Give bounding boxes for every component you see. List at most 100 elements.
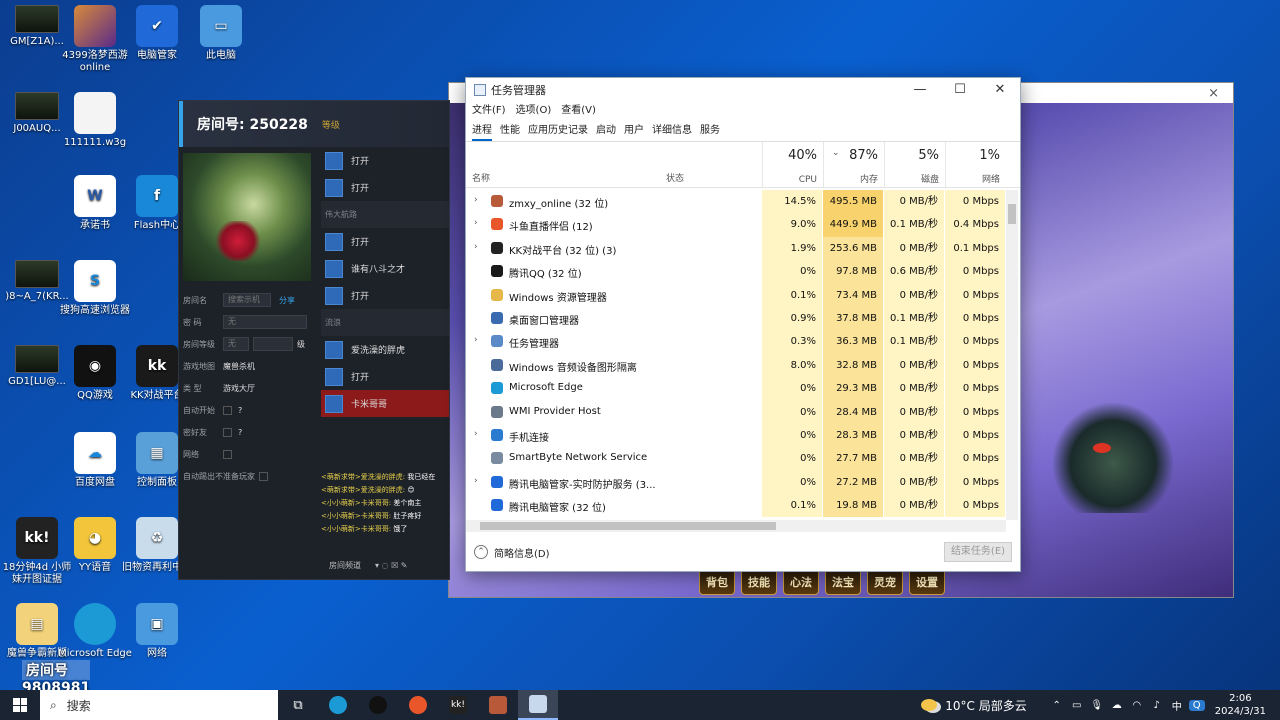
col-disk[interactable]: 5% 磁盘 [884, 142, 945, 188]
taskbar-edge[interactable] [318, 690, 358, 720]
menu-item[interactable]: 查看(V) [561, 102, 596, 120]
skill-button[interactable]: 灵宠 [867, 569, 903, 595]
taskbar-douyu[interactable] [398, 690, 438, 720]
brief-info-button[interactable]: 简略信息(D) [494, 545, 550, 560]
clock[interactable]: 2:06 2024/3/31 [1215, 692, 1266, 718]
process-row[interactable]: Microsoft Edge 0% 29.3 MB 0 MB/秒 0 Mbps [466, 377, 1006, 401]
skill-button[interactable]: 背包 [699, 569, 735, 595]
tab-详细信息[interactable]: 详细信息 [652, 120, 692, 141]
col-network[interactable]: 1% 网络 [945, 142, 1006, 188]
network-field[interactable]: 网络 [183, 443, 317, 465]
chevron-up-icon[interactable]: ⌃ [1049, 700, 1065, 711]
process-row[interactable]: › 任务管理器 0.3% 36.3 MB 0.1 MB/秒 0 Mbps [466, 330, 1006, 354]
chevron-up-icon[interactable]: ⌃ [474, 545, 488, 559]
process-row[interactable]: › 腾讯电脑管家-实时防护服务 (3... 0% 27.2 MB 0 MB/秒 0 Mbp… [466, 470, 1006, 495]
vertical-scrollbar[interactable] [1006, 190, 1018, 520]
friend-checkbox[interactable] [223, 427, 232, 437]
password-input[interactable]: 无 [223, 315, 307, 329]
microphone-icon[interactable]: 🎙 [1089, 700, 1105, 711]
expand-chevron-icon[interactable]: › [474, 218, 478, 228]
level-input[interactable] [253, 337, 293, 351]
minimize-button[interactable]: — [900, 78, 940, 102]
volume-icon[interactable]: ♪ [1149, 700, 1165, 711]
wifi-icon[interactable]: ◠ [1129, 700, 1145, 711]
process-row[interactable]: › zmxy_online (32 位) 14.5% 495.5 MB 0 MB/秒 0 … [466, 190, 1006, 214]
cloud-icon[interactable]: ☁ [1109, 700, 1125, 711]
tab-应用历史记录[interactable]: 应用历史记录 [528, 120, 588, 141]
expand-chevron-icon[interactable]: › [474, 429, 478, 439]
tab-用户[interactable]: 用户 [624, 120, 644, 141]
col-memory[interactable]: ⌄ 87% 内存 [823, 142, 884, 188]
skill-button[interactable]: 法宝 [825, 569, 861, 595]
desktop-icon-label: 搜狗高速浏览器 [60, 305, 130, 316]
process-row[interactable]: 腾讯电脑管家 (32 位) 0.1% 19.8 MB 0 MB/秒 0 Mbps [466, 494, 1006, 518]
expand-chevron-icon[interactable]: › [474, 242, 478, 252]
desktop-icon-file[interactable]: 111111.w3g [58, 92, 132, 149]
taskbar-game[interactable] [478, 690, 518, 720]
room-name-input[interactable]: 搜索示机 [223, 293, 271, 307]
expand-chevron-icon[interactable]: › [474, 476, 478, 486]
skill-button[interactable]: 设置 [909, 569, 945, 595]
process-row[interactable]: › 斗鱼直播伴侣 (12) 9.0% 449.9 MB 0.1 MB/秒 0.4 Mbps [466, 213, 1006, 237]
desktop-icon-network[interactable]: ▣ 网络 [120, 603, 194, 660]
maximize-button[interactable]: ☐ [940, 78, 980, 102]
level-select[interactable]: 无 [223, 337, 249, 351]
horizontal-scrollbar[interactable] [466, 520, 1006, 532]
tab-性能[interactable]: 性能 [500, 120, 520, 141]
close-button[interactable]: ✕ [980, 78, 1020, 102]
share-button[interactable]: 分享 [279, 295, 295, 306]
col-name[interactable]: 名称 [472, 171, 490, 184]
player-slot[interactable]: 卡米哥哥 [321, 390, 449, 417]
task-manager-window[interactable]: 任务管理器 — ☐ ✕ 文件(F) 选项(O) 查看(V) 进程 性能 应用历史记录 启动… [465, 77, 1021, 572]
player-slot[interactable]: 打开 [321, 363, 449, 390]
process-row[interactable]: › 手机连接 0% 28.3 MB 0 MB/秒 0 Mbps [466, 423, 1006, 448]
network-checkbox[interactable] [223, 449, 232, 459]
col-status[interactable]: 状态 [666, 171, 684, 184]
skill-button[interactable]: 心法 [783, 569, 819, 595]
player-slot[interactable]: 打开 [321, 282, 449, 309]
tab-启动[interactable]: 启动 [596, 120, 616, 141]
start-button[interactable] [0, 690, 40, 720]
desktop-icon-sogou[interactable]: S 搜狗高速浏览器 [58, 260, 132, 317]
skill-button[interactable]: 技能 [741, 569, 777, 595]
process-row[interactable]: Windows 资源管理器 0.1% 73.4 MB 0 MB/秒 0 Mbps [466, 283, 1006, 307]
desktop-icon-pc[interactable]: ▭ 此电脑 [184, 5, 258, 62]
app-tray-icon[interactable]: Q [1188, 699, 1205, 711]
auto-kick-field[interactable]: 自动踢出不准备玩家 [183, 465, 317, 487]
player-slot[interactable]: 打开 [321, 228, 449, 255]
taskbar-qq[interactable] [358, 690, 398, 720]
taskbar-kk[interactable]: kk! [438, 690, 478, 720]
desktop-icon-shield[interactable]: ✔ 电脑管家 [120, 5, 194, 62]
game-close-button[interactable]: × [1208, 86, 1219, 101]
expand-chevron-icon[interactable]: › [474, 195, 478, 205]
col-cpu[interactable]: 40% CPU [762, 142, 823, 188]
process-row[interactable]: › KK对战平台 (32 位) (3) 1.9% 253.6 MB 0 MB/秒 0.1 … [466, 236, 1006, 261]
taskbar-task-manager[interactable] [518, 690, 558, 720]
process-row[interactable]: 桌面窗口管理器 0.9% 37.8 MB 0.1 MB/秒 0 Mbps [466, 306, 1006, 331]
tab-服务[interactable]: 服务 [700, 120, 720, 141]
player-slot[interactable]: 打开 [321, 174, 449, 201]
task-view-button[interactable]: ⧉ [278, 690, 318, 720]
process-row[interactable]: 腾讯QQ (32 位) 0% 97.8 MB 0.6 MB/秒 0 Mbps [466, 260, 1006, 284]
menu-item[interactable]: 选项(O) [516, 102, 552, 120]
player-slot[interactable]: 谁有八斗之才 [321, 255, 449, 282]
taskbar-search-box[interactable]: ⌕ 搜索 [40, 690, 278, 720]
battery-icon[interactable]: ▭ [1069, 700, 1085, 711]
tab-进程[interactable]: 进程 [472, 120, 492, 141]
weather-widget[interactable]: 10°C 局部多云 [921, 697, 1027, 714]
channel-selector[interactable]: 房间频道 ▾ ◌ ☒ ✎ [321, 555, 449, 575]
end-task-button[interactable]: 结束任务(E) [944, 542, 1012, 562]
ime-indicator[interactable]: 中 [1169, 698, 1185, 713]
player-slot[interactable]: 爱洗澡的胖虎 [321, 336, 449, 363]
player-slot[interactable]: 打开 [321, 147, 449, 174]
game-lobby-window[interactable]: 房间号: 250228 等级 房间名 搜索示机 分享 密 码 无 房间等级 无 … [178, 100, 450, 580]
process-row[interactable]: Windows 音频设备图形隔离 8.0% 32.8 MB 0 MB/秒 0 Mbps [466, 353, 1006, 378]
process-row[interactable]: SmartByte Network Service 0% 27.7 MB 0 MB/秒… [466, 447, 1006, 471]
menu-item[interactable]: 文件(F) [472, 102, 506, 120]
auto-start-field[interactable]: 自动开始 ? [183, 399, 317, 421]
friend-field[interactable]: 密好友 ? [183, 421, 317, 443]
process-row[interactable]: WMI Provider Host 0% 28.4 MB 0 MB/秒 0 Mbps [466, 400, 1006, 424]
auto-kick-checkbox[interactable] [259, 471, 268, 481]
auto-start-checkbox[interactable] [223, 405, 232, 415]
expand-chevron-icon[interactable]: › [474, 335, 478, 345]
